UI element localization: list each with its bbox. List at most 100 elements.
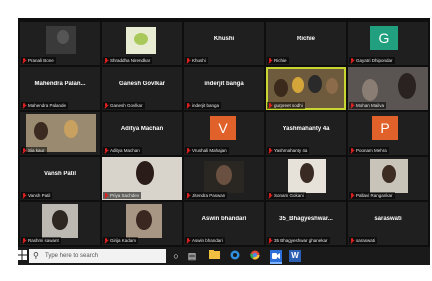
mic-muted-icon [186,57,191,64]
windows-start-icon[interactable] [16,250,28,262]
mic-muted-icon [22,57,27,64]
mic-muted-icon [22,147,27,154]
participant-video [370,159,408,193]
participant-name: Yashmahanty 4a [282,126,330,132]
participant-label: Yashmahanty 4a [267,147,310,154]
participant-label: Sia kaur [21,147,47,154]
participant-tile[interactable]: Sonam Gokani [266,157,346,200]
participant-label: Vrushali Mahajan [185,147,229,154]
participant-label: Aditya Machan [103,147,142,154]
participant-label: Priya Sachdev [103,192,142,199]
participant-name: saraswati [374,216,402,222]
mic-muted-icon [350,102,355,109]
participant-tile[interactable]: 35_Bhagyeshwar... 35 Bhagyeshwar ghaneka… [266,202,346,245]
participant-tile[interactable]: Aswin bhandari Aswin bhandari [184,202,264,245]
participant-name: Richie [296,36,315,42]
participant-name: Aswin bhandari [201,216,247,222]
participant-tile[interactable]: Khushi Khushi [184,22,264,65]
participant-video [204,161,244,193]
participant-name: Vansh Patil [43,171,76,177]
participant-tile[interactable]: Rashmi sawant [20,202,100,245]
active-speaker-tile[interactable]: gurpreet sodhi [266,67,346,110]
participant-label: Khushi [185,57,208,64]
participant-tile[interactable]: Mohan Mailva [348,67,428,110]
participant-label: Poonam Mehra [349,147,389,154]
mic-muted-icon [22,102,27,109]
participant-tile[interactable]: inderjit banga inderjit banga [184,67,264,110]
mic-muted-icon [22,237,27,244]
mic-muted-icon [104,147,109,154]
participant-tile[interactable]: Pallavi Rangankar [348,157,428,200]
participant-name: Mahendra Palan... [34,81,86,87]
participant-label: gurpreet sodhi [267,102,305,109]
task-view-icon[interactable]: ▤ [186,250,198,262]
participant-tile[interactable]: Sia kaur [20,112,100,155]
participant-name: Khushi [213,36,235,42]
avatar: G [370,26,398,50]
participant-tile[interactable]: Mahendra Palan... Mahendra Palande [20,67,100,110]
search-placeholder: Type here to search [45,253,99,259]
avatar: P [372,116,398,140]
mic-muted-icon [186,192,191,199]
participant-label: 35 Bhagyeshwar ghanekar [267,237,330,244]
search-icon: ⚲ [33,251,39,260]
participant-tile[interactable]: Pranali Bone [20,22,100,65]
participant-label: Vansh Patil [21,192,53,199]
mic-muted-icon [268,102,273,109]
participant-tile[interactable]: Yashmahanty 4a Yashmahanty 4a [266,112,346,155]
participant-label: Gayatri Dhipondar [349,57,395,64]
participant-label: Shraddha Nirendkar [103,57,153,64]
mic-muted-icon [268,237,273,244]
gallery-view: Pranali Bone Shraddha Nirendkar Khushi K… [18,22,430,249]
participant-label: Mahendra Palande [21,102,69,109]
participant-label: Mohan Mailva [349,102,387,109]
participant-name: inderjit banga [204,81,244,87]
taskbar-search-input[interactable]: ⚲ Type here to search [29,249,166,263]
participant-label: Ganesh Govlkar [103,102,145,109]
participant-name: Aditya Machan [120,126,164,132]
word-icon[interactable]: W [289,250,301,262]
chrome-icon[interactable] [249,250,261,262]
participant-tile[interactable]: P Poonam Mehra [348,112,428,155]
participant-video [42,204,78,238]
mic-muted-icon [22,192,27,199]
mic-muted-icon [350,147,355,154]
participant-label: Jitendra Paswan [185,192,228,199]
mic-muted-icon [268,147,273,154]
profile-picture [126,27,156,54]
participant-name: Ganesh Govlkar [118,81,166,87]
participant-tile[interactable]: Ganesh Govlkar Ganesh Govlkar [102,67,182,110]
participant-tile[interactable]: V Vrushali Mahajan [184,112,264,155]
mic-muted-icon [186,102,191,109]
participant-tile[interactable]: Shraddha Nirendkar [102,22,182,65]
participant-tile[interactable]: saraswati saraswati [348,202,428,245]
participant-video [126,204,162,238]
participant-label: saraswati [349,237,378,244]
zoom-icon[interactable] [270,250,282,264]
avatar: V [210,116,236,140]
participant-video [288,159,326,193]
participant-tile[interactable]: Vansh Patil Vansh Patil [20,157,100,200]
cortana-icon[interactable]: ○ [170,250,182,262]
file-explorer-icon[interactable] [208,250,220,262]
participant-label: Sonam Gokani [267,192,306,199]
participant-label: inderjit banga [185,102,222,109]
participant-tile[interactable]: Aditya Machan Aditya Machan [102,112,182,155]
participant-tile[interactable]: Jitendra Paswan [184,157,264,200]
mic-muted-icon [350,192,355,199]
mic-muted-icon [268,57,273,64]
participant-tile[interactable]: Richie Richie [266,22,346,65]
windows-taskbar: ⚲ Type here to search ○ ▤ W [0,247,432,265]
participant-label: Aswin bhandari [185,237,225,244]
mic-muted-icon [186,237,191,244]
participant-tile[interactable]: Girija Kadam [102,202,182,245]
mic-muted-icon [350,237,355,244]
mic-muted-icon [104,57,109,64]
zoom-meeting-window: Pranali Bone Shraddha Nirendkar Khushi K… [18,18,430,265]
participant-name: 35_Bhagyeshwar... [279,216,333,222]
mic-muted-icon [104,192,109,199]
participant-label: Richie [267,57,289,64]
edge-icon[interactable] [229,250,241,262]
participant-tile[interactable]: Priya Sachdev [102,157,182,200]
participant-tile[interactable]: G Gayatri Dhipondar [348,22,428,65]
